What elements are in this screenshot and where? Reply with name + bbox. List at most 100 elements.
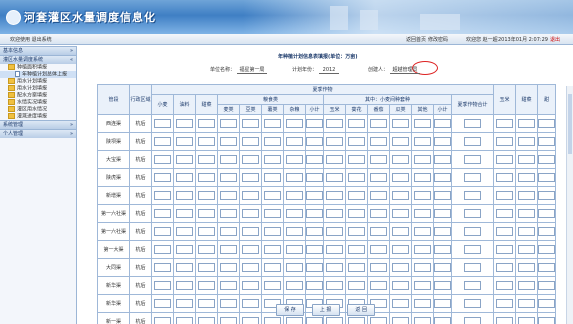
value-input[interactable] [286,119,303,128]
value-input[interactable] [220,299,237,308]
value-input[interactable] [198,299,215,308]
value-input[interactable] [154,191,171,200]
value-input[interactable] [264,173,281,182]
value-input[interactable] [414,119,431,128]
sidebar-item-water-status[interactable]: 水情实况填报 [0,99,76,106]
value-input[interactable] [326,209,343,218]
value-input[interactable] [370,263,387,272]
value-input[interactable] [220,155,237,164]
value-input[interactable] [496,191,513,200]
value-input[interactable] [242,119,259,128]
value-input[interactable] [392,263,409,272]
value-input[interactable] [154,119,171,128]
value-input[interactable] [286,263,303,272]
value-input[interactable] [518,191,535,200]
save-button[interactable]: 保 存 [276,304,304,316]
value-input[interactable] [242,317,259,324]
value-input[interactable] [538,173,555,182]
value-input[interactable] [220,137,237,146]
value-input[interactable] [496,209,513,218]
value-input[interactable] [326,119,343,128]
value-input[interactable] [286,137,303,146]
value-input[interactable] [518,173,535,182]
value-input[interactable] [496,299,513,308]
value-input[interactable] [434,317,451,324]
value-input[interactable] [538,263,555,272]
value-input[interactable] [538,119,555,128]
value-input[interactable] [198,263,215,272]
value-input[interactable] [326,281,343,290]
value-input[interactable] [518,317,535,324]
value-input[interactable] [176,227,193,236]
value-input[interactable] [518,263,535,272]
value-input[interactable] [370,191,387,200]
value-input[interactable] [464,245,481,254]
value-input[interactable] [414,209,431,218]
value-input[interactable] [464,227,481,236]
value-input[interactable] [306,317,323,324]
value-input[interactable] [414,263,431,272]
value-input[interactable] [326,227,343,236]
sidebar-item-water-plan[interactable]: 用水计划填报 [0,78,76,85]
value-input[interactable] [306,155,323,164]
value-input[interactable] [496,137,513,146]
value-input[interactable] [434,173,451,182]
submit-button[interactable]: 上 报 [311,304,340,316]
value-input[interactable] [538,245,555,254]
value-input[interactable] [220,227,237,236]
value-input[interactable] [370,155,387,164]
value-input[interactable] [326,155,343,164]
value-input[interactable] [220,245,237,254]
value-input[interactable] [518,245,535,254]
value-input[interactable] [286,317,303,324]
value-input[interactable] [286,227,303,236]
value-input[interactable] [518,209,535,218]
value-input[interactable] [242,245,259,254]
value-input[interactable] [434,155,451,164]
value-input[interactable] [414,137,431,146]
value-input[interactable] [326,317,343,324]
value-input[interactable] [176,299,193,308]
value-input[interactable] [348,227,365,236]
value-input[interactable] [370,173,387,182]
value-input[interactable] [326,173,343,182]
value-input[interactable] [154,317,171,324]
value-input[interactable] [220,173,237,182]
value-input[interactable] [198,209,215,218]
value-input[interactable] [286,209,303,218]
value-input[interactable] [370,281,387,290]
value-input[interactable] [496,119,513,128]
value-input[interactable] [198,173,215,182]
value-input[interactable] [198,281,215,290]
value-input[interactable] [220,263,237,272]
value-input[interactable] [414,227,431,236]
value-input[interactable] [434,263,451,272]
value-input[interactable] [176,137,193,146]
value-input[interactable] [242,173,259,182]
sidebar-item-water-plan-2[interactable]: 用水计划填报 [0,85,76,92]
value-input[interactable] [264,155,281,164]
value-input[interactable] [370,317,387,324]
value-input[interactable] [464,155,481,164]
value-input[interactable] [242,299,259,308]
value-input[interactable] [464,137,481,146]
value-input[interactable] [370,209,387,218]
value-input[interactable] [348,245,365,254]
value-input[interactable] [414,191,431,200]
value-input[interactable] [518,137,535,146]
value-input[interactable] [306,119,323,128]
value-input[interactable] [326,245,343,254]
value-input[interactable] [242,155,259,164]
value-input[interactable] [348,263,365,272]
value-input[interactable] [264,227,281,236]
value-input[interactable] [348,191,365,200]
value-input[interactable] [464,209,481,218]
value-input[interactable] [286,173,303,182]
value-input[interactable] [434,281,451,290]
value-input[interactable] [264,191,281,200]
value-input[interactable] [392,155,409,164]
value-input[interactable] [264,137,281,146]
sidebar-section-water[interactable]: 灌区水量调度系统 « [0,55,76,64]
value-input[interactable] [464,281,481,290]
value-input[interactable] [198,227,215,236]
